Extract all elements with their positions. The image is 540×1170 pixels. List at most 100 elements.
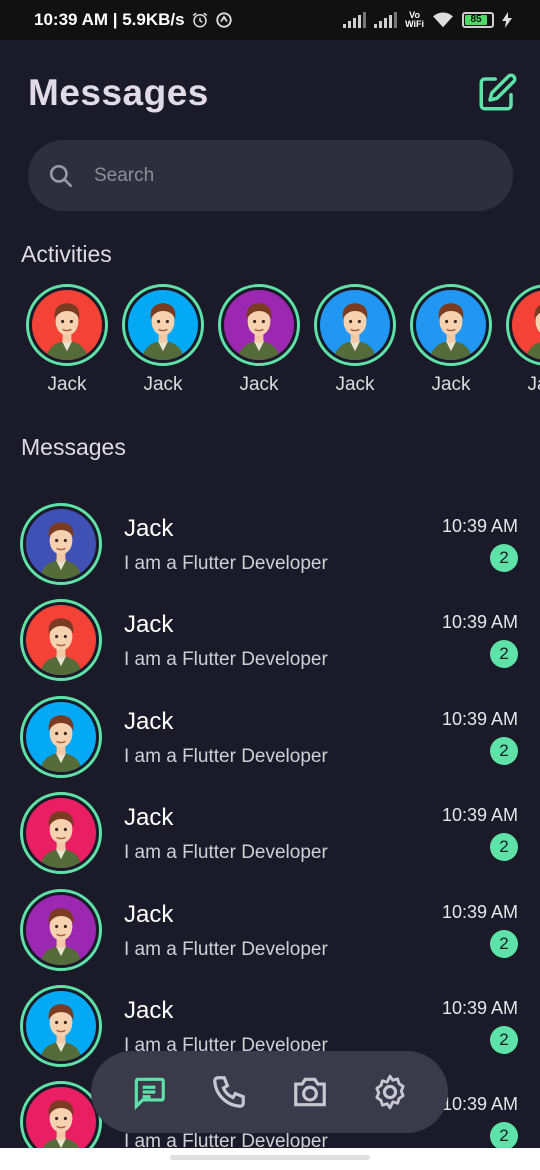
signal-icon-2 — [374, 12, 398, 28]
message-preview: I am a Flutter Developer — [124, 842, 328, 864]
avatar-image — [26, 605, 96, 676]
avatar[interactable] — [218, 284, 300, 366]
search-bar[interactable] — [28, 140, 513, 211]
activity-name: Jack — [431, 374, 471, 395]
message-sender-name: Jack — [124, 515, 174, 542]
wifi-icon — [433, 12, 453, 28]
vowifi-label: Vo WiFi — [405, 10, 424, 29]
message-row[interactable]: Jack I am a Flutter Developer 10:39 AM 2 — [20, 888, 520, 985]
message-body: Jack I am a Flutter Developer — [124, 901, 328, 961]
bottom-nav — [91, 1051, 448, 1133]
message-body: JackI am a Flutter Developer — [124, 997, 328, 1057]
activity-item[interactable]: Jack — [314, 284, 396, 404]
activity-item[interactable]: Jack — [506, 284, 540, 404]
avatar-image — [320, 290, 390, 360]
avatar-illustration — [26, 894, 96, 965]
avatar[interactable] — [26, 284, 108, 366]
activity-item[interactable]: Jack — [122, 284, 204, 404]
activity-item[interactable]: Jack — [218, 284, 300, 404]
avatar-illustration — [26, 1087, 96, 1158]
message-time: 10:39 AM — [441, 1094, 518, 1115]
nav-chat-button[interactable] — [129, 1072, 169, 1112]
avatar-illustration — [26, 605, 96, 676]
message-sender-name: Jack — [124, 611, 174, 639]
signal-icon — [343, 12, 367, 28]
avatar-image — [32, 290, 102, 360]
unread-badge: 2 — [490, 1025, 518, 1054]
unread-badge: 2 — [490, 929, 518, 958]
data-saver-icon — [215, 12, 232, 28]
alarm-icon — [192, 12, 207, 28]
activity-name: Jack — [527, 374, 540, 395]
message-sender-name: Jack — [124, 804, 174, 832]
message-time: 10:39 AM — [441, 708, 518, 729]
unread-badge: 2 — [490, 736, 518, 765]
avatar[interactable] — [20, 599, 102, 682]
avatar[interactable] — [20, 503, 102, 585]
message-row[interactable]: Jack I am a Flutter Developer 10:39 AM 2 — [20, 695, 520, 792]
avatar-illustration — [32, 290, 102, 360]
avatar[interactable] — [20, 984, 102, 1067]
unread-badge: 2 — [490, 1122, 518, 1151]
unread-badge: 2 — [490, 833, 518, 862]
phone-icon — [213, 1076, 246, 1108]
avatar-image — [26, 701, 96, 772]
avatar-image — [26, 509, 96, 579]
unread-badge: 2 — [490, 544, 518, 572]
avatar[interactable] — [506, 284, 540, 366]
message-sender-name: Jack — [124, 900, 174, 928]
avatar-illustration — [416, 290, 486, 360]
avatar[interactable] — [20, 695, 102, 778]
message-time: 10:39 AM — [441, 516, 518, 536]
message-body: Jack I am a Flutter Developer — [124, 708, 328, 768]
message-body: Jack I am a Flutter Developer — [124, 804, 328, 864]
camera-icon — [293, 1077, 326, 1107]
message-row[interactable]: Jack I am a Flutter Developer 10:39 AM 2 — [20, 792, 520, 888]
message-time: 10:39 AM — [441, 805, 518, 826]
activity-item[interactable]: Jack — [410, 284, 492, 404]
message-body: Jack I am a Flutter Developer — [124, 611, 328, 671]
header: Messages — [28, 68, 518, 118]
avatar-image — [26, 894, 96, 965]
search-input[interactable] — [94, 164, 454, 187]
activity-item[interactable]: Jack — [26, 284, 108, 404]
message-preview: I am a Flutter Developer — [124, 745, 328, 767]
status-left: 10:39 AM | 5.9KB/s — [34, 10, 233, 30]
edit-square-icon[interactable] — [476, 72, 518, 114]
settings-icon — [375, 1074, 405, 1110]
nav-camera-button[interactable] — [290, 1072, 330, 1112]
message-row[interactable]: Jack I am a Flutter Developer 10:39 AM 2 — [20, 503, 520, 599]
message-sender-name: Jack — [124, 996, 174, 1024]
unread-badge: 2 — [490, 640, 518, 669]
nav-settings-button[interactable] — [370, 1072, 410, 1112]
activity-name: Jack — [239, 374, 279, 395]
page-title: Messages — [28, 72, 209, 113]
avatar-image — [26, 1087, 96, 1158]
avatar[interactable] — [20, 792, 102, 875]
nav-phone-button[interactable] — [209, 1072, 249, 1112]
avatar-illustration — [26, 798, 96, 869]
message-preview: I am a Flutter Developer — [124, 649, 328, 671]
home-indicator[interactable] — [170, 1155, 370, 1160]
avatar-image — [512, 290, 540, 360]
activity-name: Jack — [47, 374, 87, 395]
chat-icon — [134, 1077, 165, 1111]
avatar-image — [224, 290, 294, 360]
avatar[interactable] — [122, 284, 204, 366]
avatar-image — [26, 990, 96, 1061]
activities-title: Activities — [21, 241, 112, 267]
message-sender-name: Jack — [124, 707, 174, 735]
avatar-image — [128, 290, 198, 360]
message-time: 10:39 AM — [441, 901, 518, 922]
message-preview: I am a Flutter Developer — [124, 938, 328, 960]
message-row[interactable]: Jack I am a Flutter Developer 10:39 AM 2 — [20, 599, 520, 695]
avatar[interactable] — [314, 284, 396, 366]
battery-level: 85 — [465, 15, 488, 25]
status-time: 10:39 AM | 5.9KB/s — [34, 10, 185, 29]
search-icon — [49, 164, 73, 187]
avatar[interactable] — [410, 284, 492, 366]
status-right: Vo WiFi 85 — [343, 11, 512, 29]
avatar[interactable] — [20, 888, 102, 971]
avatar-illustration — [224, 290, 294, 360]
message-body: JackI am a Flutter Developer — [124, 515, 328, 575]
